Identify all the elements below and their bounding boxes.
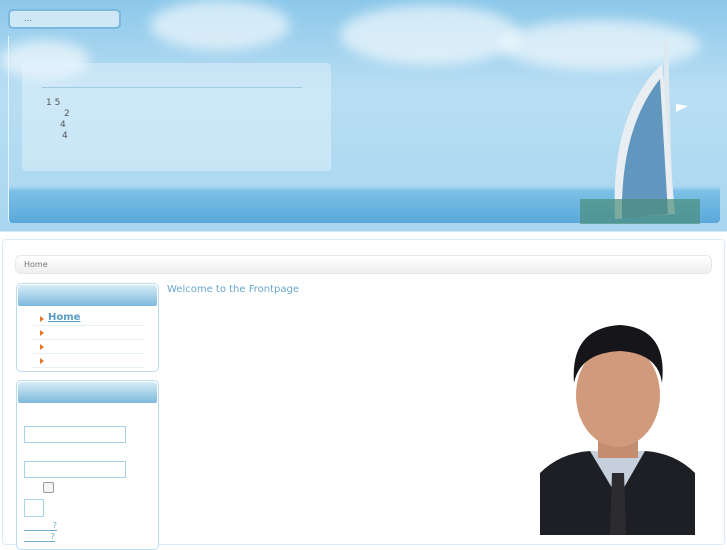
menu-item[interactable] bbox=[33, 326, 144, 340]
remember-me-checkbox[interactable] bbox=[43, 482, 54, 493]
module-header bbox=[18, 285, 157, 306]
info-line: 4 bbox=[60, 120, 66, 130]
menu-link[interactable]: Home bbox=[48, 312, 80, 323]
forgot-password-link[interactable]: ? bbox=[24, 521, 57, 531]
forgot-username-link[interactable]: ? bbox=[24, 532, 55, 542]
menu-item[interactable] bbox=[33, 354, 144, 368]
header-banner: ... 1 5 2 4 4 bbox=[0, 0, 727, 232]
page-title: Welcome to the Frontpage bbox=[167, 284, 299, 295]
username-input[interactable] bbox=[24, 426, 126, 443]
menu-item[interactable] bbox=[33, 340, 144, 354]
breadcrumb-current: Home bbox=[24, 260, 48, 269]
breadcrumb: Home bbox=[15, 255, 712, 274]
password-input[interactable] bbox=[24, 461, 126, 478]
main-menu-module: Home bbox=[16, 283, 159, 372]
portrait-photo bbox=[540, 325, 695, 535]
divider bbox=[42, 87, 302, 88]
info-panel: 1 5 2 4 4 bbox=[22, 63, 331, 171]
info-line: 2 bbox=[64, 109, 70, 119]
info-line: 1 5 bbox=[46, 98, 61, 108]
burj-al-arab-image bbox=[580, 39, 700, 224]
search-input[interactable]: ... bbox=[8, 9, 121, 29]
login-button[interactable] bbox=[24, 499, 44, 517]
info-line: 4 bbox=[62, 131, 68, 141]
module-header bbox=[18, 382, 157, 403]
menu-item-home[interactable]: Home bbox=[33, 312, 144, 326]
